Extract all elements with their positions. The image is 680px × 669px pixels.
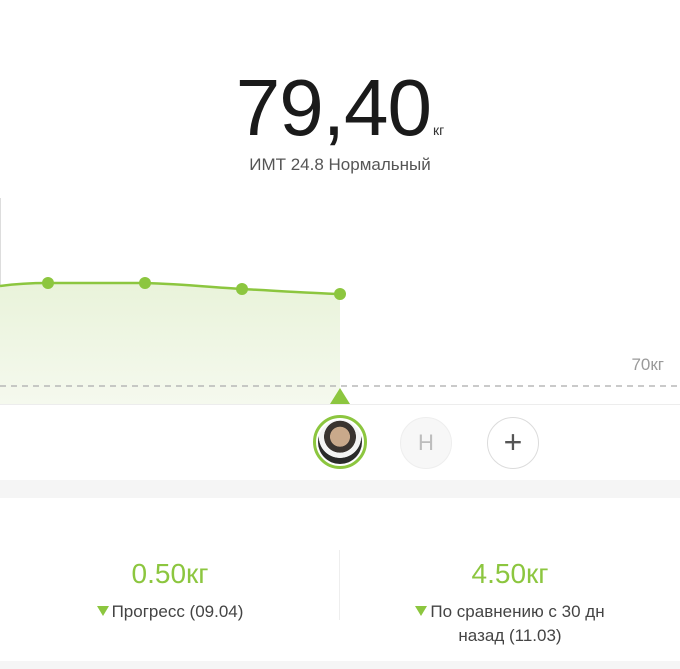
- down-triangle-icon: [415, 606, 428, 616]
- progress-stats: 0.50кг Прогресс (09.04) 4.50кг По сравне…: [0, 498, 680, 669]
- weight-unit: кг: [432, 122, 445, 138]
- avatar-photo-icon: [318, 420, 362, 464]
- data-point[interactable]: [334, 288, 346, 300]
- progress-caption-text: Прогресс (09.04): [111, 602, 244, 621]
- data-point[interactable]: [236, 283, 248, 295]
- data-point[interactable]: [139, 277, 151, 289]
- user-avatar[interactable]: [313, 415, 367, 469]
- bottom-separator: [0, 661, 680, 669]
- comparison-caption: По сравнению с 30 дн назад (11.03): [340, 600, 680, 648]
- data-point[interactable]: [42, 277, 54, 289]
- comparison-caption-line1-row: По сравнению с 30 дн: [340, 600, 680, 624]
- user-switcher: Н +: [0, 404, 680, 480]
- progress-stat: 0.50кг Прогресс (09.04): [0, 498, 340, 669]
- weight-header: 79,40 кг ИМТ 24.8 Нормальный: [0, 0, 680, 190]
- chart-svg: [0, 198, 680, 404]
- down-triangle-icon: [96, 606, 109, 616]
- reference-label: 70кг: [631, 355, 664, 374]
- comparison-caption-line1: По сравнению с 30 дн: [430, 602, 605, 621]
- weight-display: 79,40 кг: [0, 62, 680, 154]
- bmi-status: ИМТ 24.8 Нормальный: [249, 155, 431, 174]
- progress-caption: Прогресс (09.04): [0, 600, 340, 624]
- comparison-stat: 4.50кг По сравнению с 30 дн назад (11.03…: [340, 498, 680, 669]
- user-initial-button[interactable]: Н: [400, 417, 452, 469]
- weight-value: 79,40: [235, 63, 432, 152]
- progress-value: 0.50кг: [131, 558, 209, 589]
- add-user-button[interactable]: +: [487, 417, 539, 469]
- comparison-value: 4.50кг: [471, 558, 549, 589]
- weight-trend-chart[interactable]: 70кг: [0, 198, 680, 404]
- section-separator: [0, 480, 680, 498]
- comparison-caption-line2: назад (11.03): [458, 626, 562, 645]
